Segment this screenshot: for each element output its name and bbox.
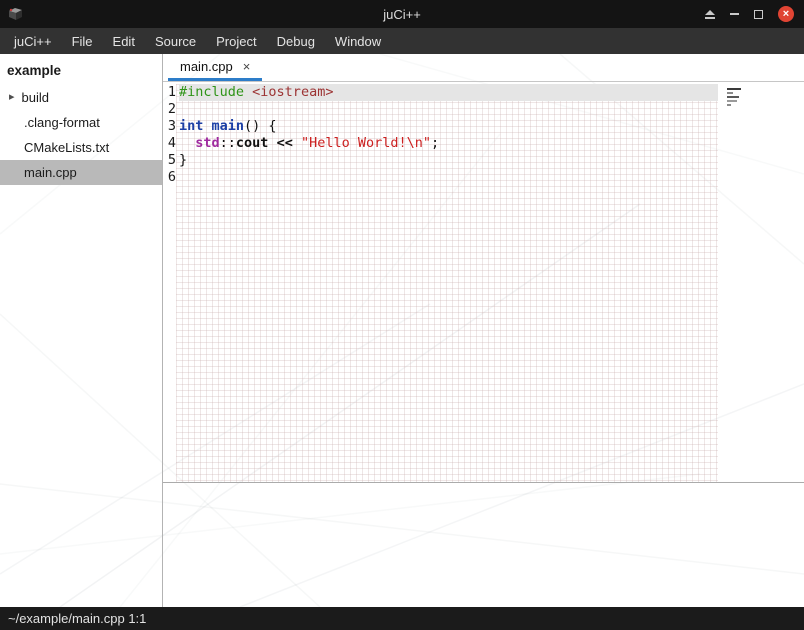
minimap-line [727,88,741,90]
statusbar: ~/example/main.cpp 1:1 [0,607,804,630]
menu-item-file[interactable]: File [62,28,103,54]
code-line[interactable]: std::cout << "Hello World!\n"; [179,135,718,152]
tree-item-clang-format[interactable]: .clang-format [0,110,162,135]
minimap-line [727,92,733,94]
status-file-location: ~/example/main.cpp 1:1 [8,611,146,626]
code-line[interactable] [179,101,718,118]
minimap-line [727,104,731,106]
minimap[interactable] [727,88,751,106]
line-number: 1 [163,84,176,101]
minimize-icon [730,13,739,15]
tab-label: main.cpp [180,59,233,74]
code-line[interactable]: } [179,152,718,169]
content-area: example ▸ build .clang-format CMakeLists… [0,54,804,607]
tree-item-label: .clang-format [24,115,100,130]
main-pane: main.cpp × 123456 #include <iostream>int… [163,54,804,607]
app-window: juCi++ × juCi++ File Edit Source Project… [0,0,804,630]
menu-item-juci[interactable]: juCi++ [4,28,62,54]
code-lines[interactable]: #include <iostream>int main() { std::cou… [176,84,718,482]
line-number: 4 [163,135,176,152]
line-number: 6 [163,169,176,186]
tab-main-cpp[interactable]: main.cpp × [168,54,262,81]
line-number: 5 [163,152,176,169]
code-line[interactable] [179,169,718,186]
eject-button[interactable] [705,10,715,19]
eject-icon [705,10,715,15]
file-tree: example ▸ build .clang-format CMakeLists… [0,54,163,607]
maximize-button[interactable] [754,10,763,19]
titlebar: juCi++ × [0,0,804,28]
menu-item-source[interactable]: Source [145,28,206,54]
tree-item-build[interactable]: ▸ build [0,85,162,110]
eject-icon-bar [705,17,715,19]
minimap-line [727,100,737,102]
menu-item-window[interactable]: Window [325,28,391,54]
minimize-button[interactable] [730,13,739,15]
tree-item-label: build [22,90,49,105]
menu-item-project[interactable]: Project [206,28,266,54]
minimap-line [727,96,739,98]
tabbar: main.cpp × [163,54,804,82]
tree-root-example[interactable]: example [0,59,162,85]
close-button[interactable]: × [778,6,794,22]
tree-item-main-cpp[interactable]: main.cpp [0,160,162,185]
line-number-gutter: 123456 [163,84,176,482]
code-line[interactable]: int main() { [179,118,718,135]
menubar: juCi++ File Edit Source Project Debug Wi… [0,28,804,54]
close-icon: × [783,8,789,20]
editor-overflow-area [718,84,804,482]
app-icon [7,6,24,23]
menu-item-debug[interactable]: Debug [267,28,325,54]
terminal-panel[interactable] [163,483,804,607]
tree-item-label: CMakeLists.txt [24,140,109,155]
code-line[interactable]: #include <iostream> [179,84,718,101]
tab-close-icon[interactable]: × [243,59,251,74]
chevron-right-icon[interactable]: ▸ [9,92,15,103]
code-editor[interactable]: 123456 #include <iostream>int main() { s… [163,82,804,482]
line-number: 2 [163,101,176,118]
tree-item-cmakelists[interactable]: CMakeLists.txt [0,135,162,160]
window-controls: × [705,0,794,28]
window-title: juCi++ [383,7,421,22]
maximize-icon [754,10,763,19]
menu-item-edit[interactable]: Edit [103,28,145,54]
tree-item-label: main.cpp [24,165,77,180]
line-number: 3 [163,118,176,135]
